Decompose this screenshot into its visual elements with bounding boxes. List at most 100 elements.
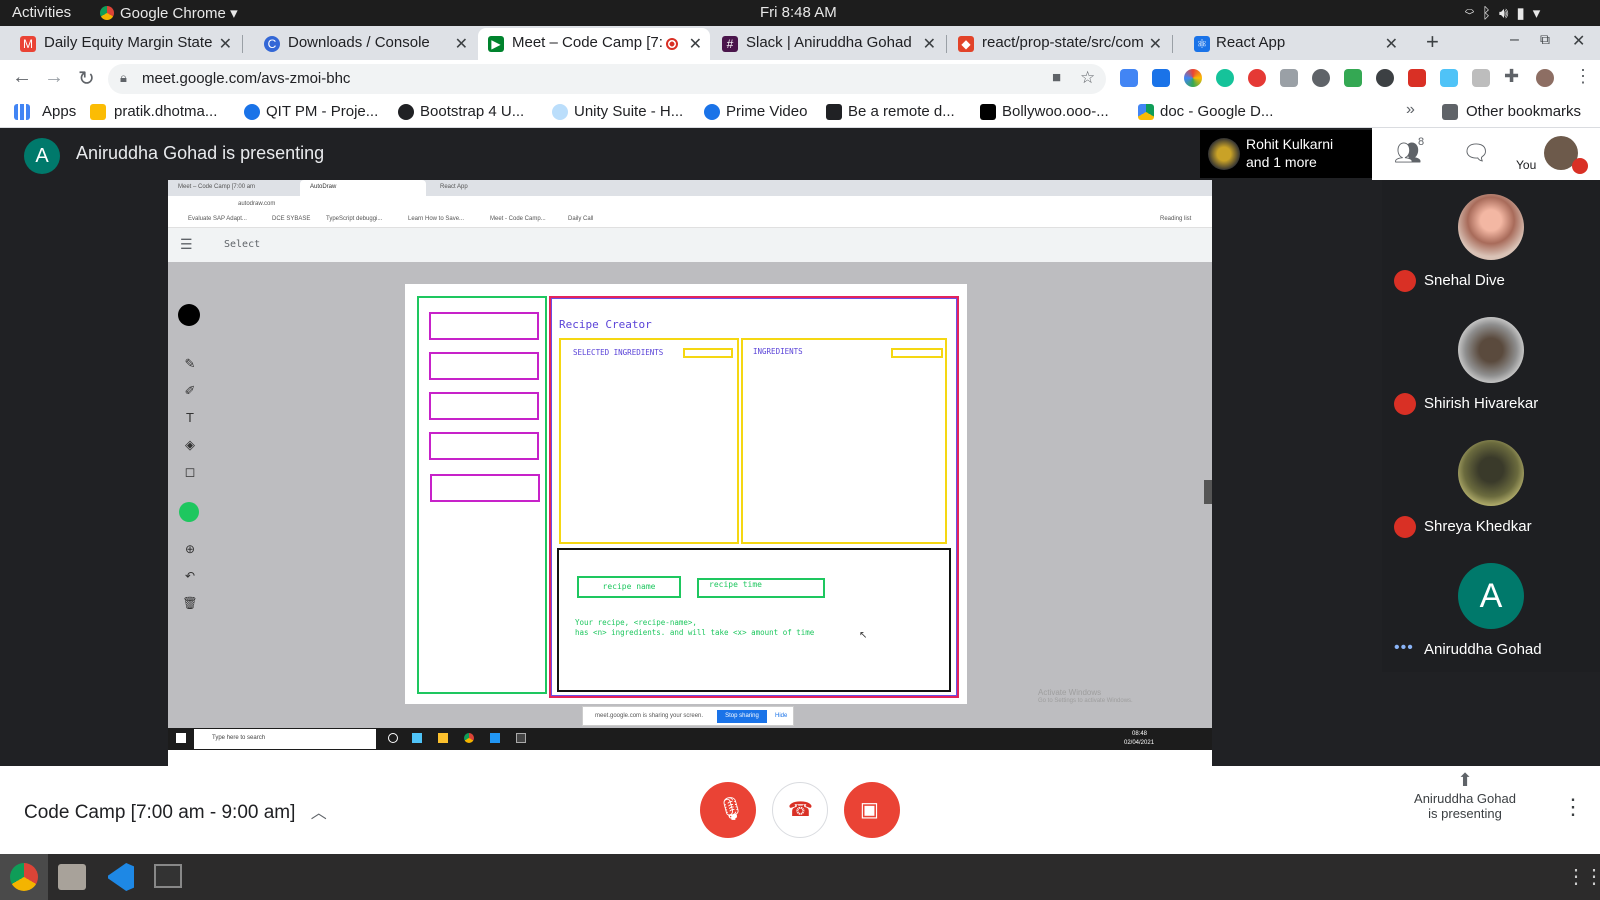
shared-bookmark: TypeScript debuggi... — [326, 216, 383, 222]
bookmark-bootstrap[interactable]: Bootstrap 4 U... — [398, 103, 524, 120]
search-icon — [244, 104, 260, 120]
pinned-participant-tile[interactable]: Rohit Kulkarni and 1 more — [1200, 130, 1372, 178]
more-options-icon[interactable]: ⋮ — [1562, 794, 1584, 820]
wireframe-box — [429, 312, 539, 340]
chrome-dock-icon[interactable] — [10, 863, 38, 891]
self-muted-icon — [1572, 158, 1588, 174]
forward-arrow-icon[interactable]: → — [44, 66, 64, 89]
activities-button[interactable]: Activities — [12, 4, 71, 21]
fill-tool-icon: ◈ — [185, 437, 195, 452]
wifi-icon: ⌔ — [1465, 5, 1483, 22]
leave-call-button[interactable]: ☎︎ — [772, 782, 828, 838]
reload-icon[interactable]: ↻ — [78, 66, 95, 91]
bookmark-google-doc[interactable]: doc - Google D... — [1138, 103, 1273, 120]
participant-tile[interactable]: A ••• Aniruddha Gohad — [1382, 549, 1600, 672]
minimize-window-button[interactable]: – — [1510, 31, 1519, 49]
translate-extension-icon[interactable] — [1120, 69, 1138, 87]
mouse-cursor-icon: ↖ — [859, 630, 868, 641]
close-icon[interactable]: ✕ — [689, 34, 702, 54]
shared-tab-strip: Meet – Code Camp [7:00 am AutoDraw React… — [168, 180, 1212, 196]
mic-toggle-button[interactable]: 🎙︎ — [700, 782, 756, 838]
extension-icon[interactable] — [1472, 69, 1490, 87]
tab-separator — [946, 35, 947, 53]
camera-toggle-button[interactable]: ▣ — [844, 782, 900, 838]
bookmark-remote[interactable]: Be a remote d... — [826, 103, 955, 120]
tab-gitlab-react[interactable]: ◆ react/prop-state/src/com ✕ — [948, 28, 1170, 60]
autodraw-tool-icon: ✎ — [184, 356, 196, 371]
json-extension-icon[interactable] — [1312, 69, 1330, 87]
canvas-title: Recipe Creator — [559, 318, 652, 331]
bookmark-bollywood[interactable]: Bollywoo.ooo-... — [980, 103, 1109, 120]
tab-downloads-console[interactable]: C Downloads / Console ✕ — [244, 28, 476, 60]
chevron-down-icon: ▾ — [230, 5, 238, 22]
kebab-menu-icon[interactable]: ⋮ — [1574, 66, 1592, 87]
app-menu[interactable]: Google Chrome ▾ — [100, 4, 238, 22]
recipe-time-field: recipe time — [697, 578, 825, 598]
tool-palette: ✎ ✐ T ◈ ◻ — [180, 350, 200, 485]
close-icon[interactable]: ✕ — [1149, 34, 1162, 54]
bookmarks-bar: Apps pratik.dhotma... QIT PM - Proje... … — [0, 96, 1600, 128]
tab-slack[interactable]: # Slack | Aniruddha Gohad ✕ — [712, 28, 944, 60]
bluetooth-icon: ᛒ — [1482, 5, 1500, 22]
new-tab-button[interactable]: + — [1426, 29, 1439, 55]
dark-mode-extension-icon[interactable] — [1376, 69, 1394, 87]
type-tool-icon: T — [186, 410, 194, 425]
address-bar[interactable]: 🔒︎ meet.google.com/avs-zmoi-bhc ■ ☆ — [108, 64, 1106, 94]
participants-panel: Snehal Dive Shirish Hivarekar Shreya Khe… — [1382, 180, 1600, 672]
folder-icon — [1442, 104, 1458, 120]
people-count-badge: 8 — [1418, 136, 1425, 148]
close-icon[interactable]: ✕ — [1385, 34, 1398, 54]
star-icon[interactable]: ☆ — [1080, 68, 1095, 88]
extension-icon[interactable] — [1344, 69, 1362, 87]
bookmark-unity-suite[interactable]: Unity Suite - H... — [552, 103, 683, 120]
terminal-dock-icon[interactable] — [154, 864, 182, 888]
extension-icon[interactable] — [1152, 69, 1170, 87]
restore-window-button[interactable]: ⧉ — [1540, 31, 1550, 48]
chat-icon[interactable]: 🗨︎ — [1462, 140, 1490, 166]
adblock-extension-icon[interactable] — [1248, 69, 1266, 87]
close-icon[interactable]: ✕ — [455, 34, 468, 54]
other-bookmarks-folder[interactable]: Other bookmarks — [1442, 103, 1581, 120]
extension-badge-icon[interactable] — [1408, 69, 1426, 87]
vscode-dock-icon[interactable] — [108, 863, 134, 891]
present-status[interactable]: ⬆︎ Aniruddha Gohad is presenting — [1390, 770, 1540, 821]
profile-avatar[interactable] — [1536, 69, 1554, 87]
clock[interactable]: Fri 8:48 AM — [760, 4, 837, 21]
files-dock-icon[interactable] — [58, 864, 86, 890]
mic-off-icon: 🎙︎ — [717, 796, 745, 821]
meeting-title: Code Camp [7:00 am - 9:00 am] — [24, 802, 296, 823]
gmail-icon: M — [20, 36, 36, 52]
extension-icon[interactable] — [1440, 69, 1458, 87]
pinned-participant-more: and 1 more — [1246, 154, 1317, 170]
volume-icon: 🔊︎ — [1499, 5, 1517, 22]
close-icon[interactable]: ✕ — [219, 34, 232, 54]
bookmark-prime-video[interactable]: Prime Video — [704, 103, 807, 120]
tab-react-app[interactable]: ⚛ React App ✕ — [1174, 28, 1406, 60]
tab-daily-equity[interactable]: M Daily Equity Margin State ✕ — [0, 28, 240, 60]
camera-off-icon: ▣ — [860, 799, 879, 821]
tab-strip: M Daily Equity Margin State ✕ C Download… — [0, 26, 1600, 60]
grammarly-extension-icon[interactable] — [1216, 69, 1234, 87]
bookmark-apps[interactable]: Apps — [14, 103, 76, 120]
back-arrow-icon[interactable]: ← — [12, 66, 32, 89]
shared-bookmark: DCE SYBASE — [272, 216, 311, 222]
meeting-details-button[interactable]: Code Camp [7:00 am - 9:00 am] ︿ — [24, 799, 327, 824]
windows-clock-time: 08:48 — [1132, 731, 1148, 737]
close-icon[interactable]: ✕ — [923, 34, 936, 54]
show-applications-icon[interactable]: ⋮⋮ — [1566, 864, 1600, 889]
bookmark-qit-pm[interactable]: QIT PM - Proje... — [244, 103, 378, 120]
camera-icon[interactable]: ■ — [1052, 69, 1061, 86]
drive-icon — [1138, 104, 1154, 120]
participant-tile[interactable]: Shreya Khedkar — [1382, 426, 1600, 549]
color-picker-extension-icon[interactable] — [1184, 69, 1202, 87]
close-window-button[interactable]: ✕ — [1572, 31, 1585, 51]
bookmark-pratik[interactable]: pratik.dhotma... — [90, 103, 217, 120]
puzzle-extensions-icon[interactable]: ✚ — [1504, 66, 1519, 87]
tab-meet-code-camp[interactable]: ▶ Meet – Code Camp [7: ✕ — [478, 28, 710, 60]
participant-tile[interactable]: Shirish Hivarekar — [1382, 303, 1600, 426]
screenshot-extension-icon[interactable] — [1280, 69, 1298, 87]
mic-off-icon — [1394, 270, 1416, 292]
participant-tile[interactable]: Snehal Dive — [1382, 180, 1600, 303]
system-tray[interactable]: ⌔ᛒ🔊︎▮▾ — [1465, 4, 1548, 22]
more-bookmarks-chevron-icon[interactable]: » — [1406, 101, 1415, 119]
